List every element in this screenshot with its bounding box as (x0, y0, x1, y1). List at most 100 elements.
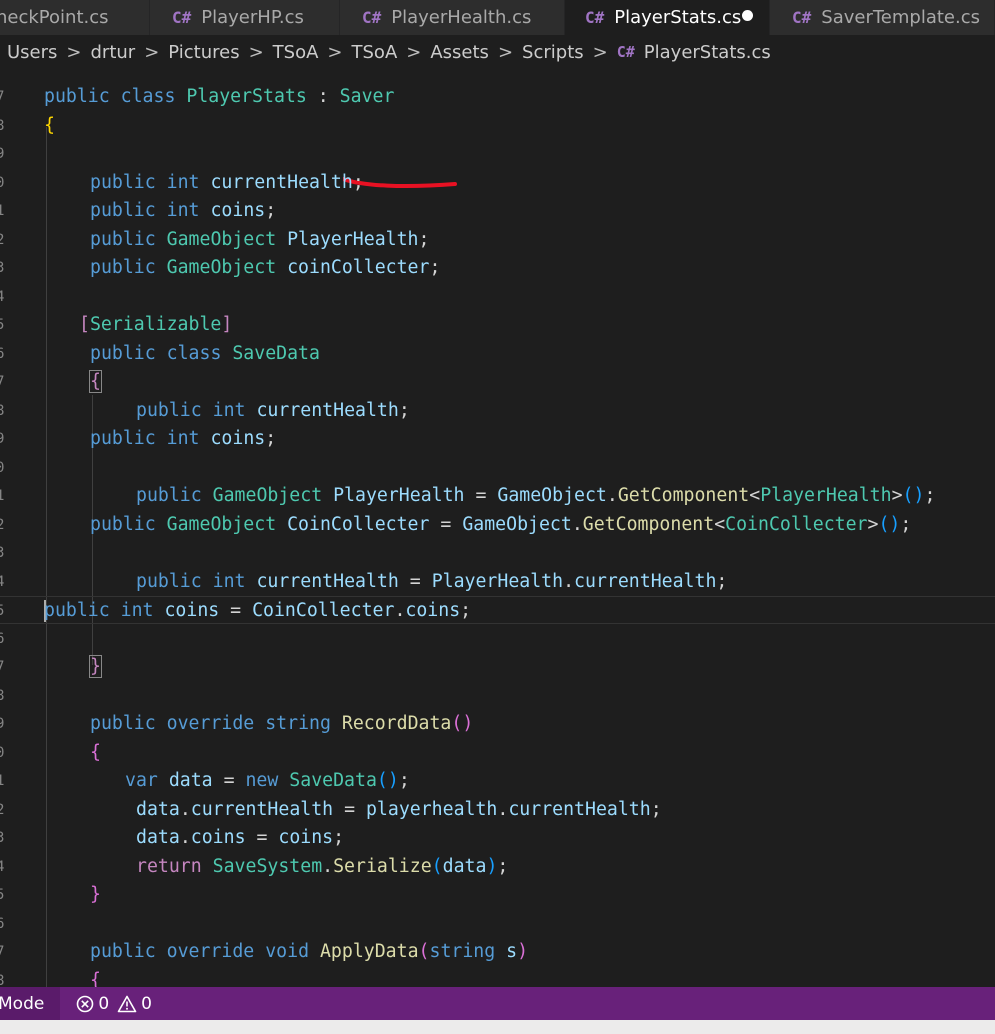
code-line: 3 (0, 539, 995, 567)
code-text: return SaveSystem.Serialize(data); (136, 856, 509, 877)
tab-playerhealth[interactable]: C# PlayerHealth.cs (340, 0, 565, 35)
code-line: 6 (0, 625, 995, 653)
code-line: 3 data.coins = coins; (0, 824, 995, 852)
code-line: 5} (0, 881, 995, 909)
os-taskbar-strip (0, 1020, 995, 1034)
breadcrumb-item[interactable]: TSoA (273, 42, 319, 63)
code-text: } (89, 655, 102, 678)
breadcrumb-item[interactable]: Users (7, 42, 57, 63)
line-number: 0 (0, 460, 5, 476)
breadcrumb-item[interactable]: Assets (430, 42, 489, 63)
line-number: 0 (0, 745, 5, 761)
tab-checkpoint[interactable]: heckPoint.cs (0, 0, 150, 35)
tab-playerstats[interactable]: C# PlayerStats.cs (565, 0, 770, 35)
line-number: 7 (0, 944, 5, 960)
csharp-file-icon: C# (362, 8, 382, 27)
csharp-file-icon: C# (585, 8, 605, 27)
tab-label: PlayerHealth.cs (391, 7, 532, 28)
tab-label: SaverTemplate.cs (821, 7, 980, 28)
breadcrumb-item[interactable]: PlayerStats.cs (644, 42, 771, 63)
chevron-right-icon: > (248, 41, 264, 63)
code-text: public int coins = CoinCollecter.coins; (44, 600, 472, 621)
code-line: 7{ (0, 368, 995, 396)
code-line: 7 public class PlayerStats : Saver (0, 83, 995, 111)
line-number: 7 (0, 374, 5, 390)
line-number: 1 (0, 488, 5, 504)
code-editor[interactable]: 7 public class PlayerStats : Saver 8{ 9 0… (0, 69, 995, 987)
line-number: 3 (0, 545, 5, 561)
code-text: public override void ApplyData(string s) (90, 941, 529, 962)
line-number: 7 (0, 89, 5, 105)
line-number: 1 (0, 203, 5, 219)
code-text: public int currentHealth = PlayerHealth.… (136, 571, 728, 592)
code-line: 4 public int currentHealth = PlayerHealth… (0, 568, 995, 596)
tab-label: heckPoint.cs (0, 7, 109, 28)
code-line: 1 public int coins; (0, 197, 995, 225)
problems-indicator[interactable]: 0 0 (76, 994, 152, 1014)
status-bar: Mode 0 0 (0, 987, 995, 1020)
code-line: 2 public GameObject CoinCollecter = GameO… (0, 511, 995, 539)
code-text: data.currentHealth = playerhealth.curren… (136, 799, 662, 820)
line-number: 8 (0, 688, 5, 704)
code-text: { (44, 115, 55, 136)
warning-count: 0 (141, 993, 152, 1014)
chevron-right-icon: > (592, 41, 608, 63)
unsaved-changes-dot-icon[interactable] (742, 10, 753, 21)
error-count: 0 (98, 993, 110, 1014)
code-line: 5 [Serializable] (0, 311, 995, 339)
mode-indicator[interactable]: Mode (0, 987, 61, 1020)
code-text: public class SaveData (90, 343, 320, 364)
breadcrumb-item[interactable]: drtur (91, 42, 136, 63)
line-number: 3 (0, 260, 5, 276)
code-line: 8{ (0, 967, 995, 987)
error-circle-icon (77, 995, 94, 1012)
csharp-file-icon: C# (172, 8, 192, 27)
breadcrumb-item[interactable]: Scripts (522, 42, 584, 63)
code-line: 9 public int coins; (0, 425, 995, 453)
code-line: 0 public int currentHealth; (0, 169, 995, 197)
line-number: 3 (0, 830, 5, 846)
line-number: 9 (0, 431, 5, 447)
code-text: { (90, 970, 101, 987)
line-number: 4 (0, 289, 5, 305)
line-number: 6 (0, 916, 5, 932)
warning-triangle-icon (117, 995, 137, 1012)
code-line: 7 public override void ApplyData(string s… (0, 938, 995, 966)
breadcrumb-item[interactable]: Pictures (168, 42, 239, 63)
code-line: 8{ (0, 112, 995, 140)
code-line: 9 (0, 140, 995, 168)
tab-savertemplate[interactable]: C# SaverTemplate.cs (770, 0, 995, 35)
line-number: 2 (0, 517, 5, 533)
tab-playerhp[interactable]: C# PlayerHP.cs (150, 0, 340, 35)
line-number: 5 (0, 603, 5, 619)
code-line: 0{ (0, 739, 995, 767)
code-line: 8 public int currentHealth; (0, 397, 995, 425)
code-line: 0 (0, 454, 995, 482)
line-number: 8 (0, 118, 5, 134)
code-line: 1 var data = new SaveData(); (0, 767, 995, 795)
code-text: public override string RecordData() (90, 713, 474, 734)
breadcrumb-item[interactable]: TSoA (352, 42, 398, 63)
line-number: 5 (0, 317, 5, 333)
csharp-file-icon: C# (616, 43, 635, 61)
line-number: 8 (0, 403, 5, 419)
line-number: 9 (0, 716, 5, 732)
line-number: 5 (0, 887, 5, 903)
line-number: 2 (0, 232, 5, 248)
code-line: 2 public GameObject PlayerHealth; (0, 226, 995, 254)
code-line: 4 (0, 283, 995, 311)
line-number: 4 (0, 859, 5, 875)
code-text: public int coins; (90, 428, 277, 449)
code-text: public GameObject coinCollecter; (90, 257, 441, 278)
code-line: 6 public class SaveData (0, 340, 995, 368)
code-text: var data = new SaveData(); (125, 770, 410, 791)
code-text: { (89, 370, 102, 393)
code-text: public int coins; (90, 200, 277, 221)
code-line: 8 (0, 682, 995, 710)
code-text: } (90, 884, 101, 905)
code-line: 4 return SaveSystem.Serialize(data); (0, 853, 995, 881)
code-line: 1 public GameObject PlayerHealth = GameOb… (0, 482, 995, 510)
code-line: 7} (0, 653, 995, 681)
tab-label: PlayerHP.cs (201, 7, 304, 28)
chevron-right-icon: > (144, 41, 160, 63)
